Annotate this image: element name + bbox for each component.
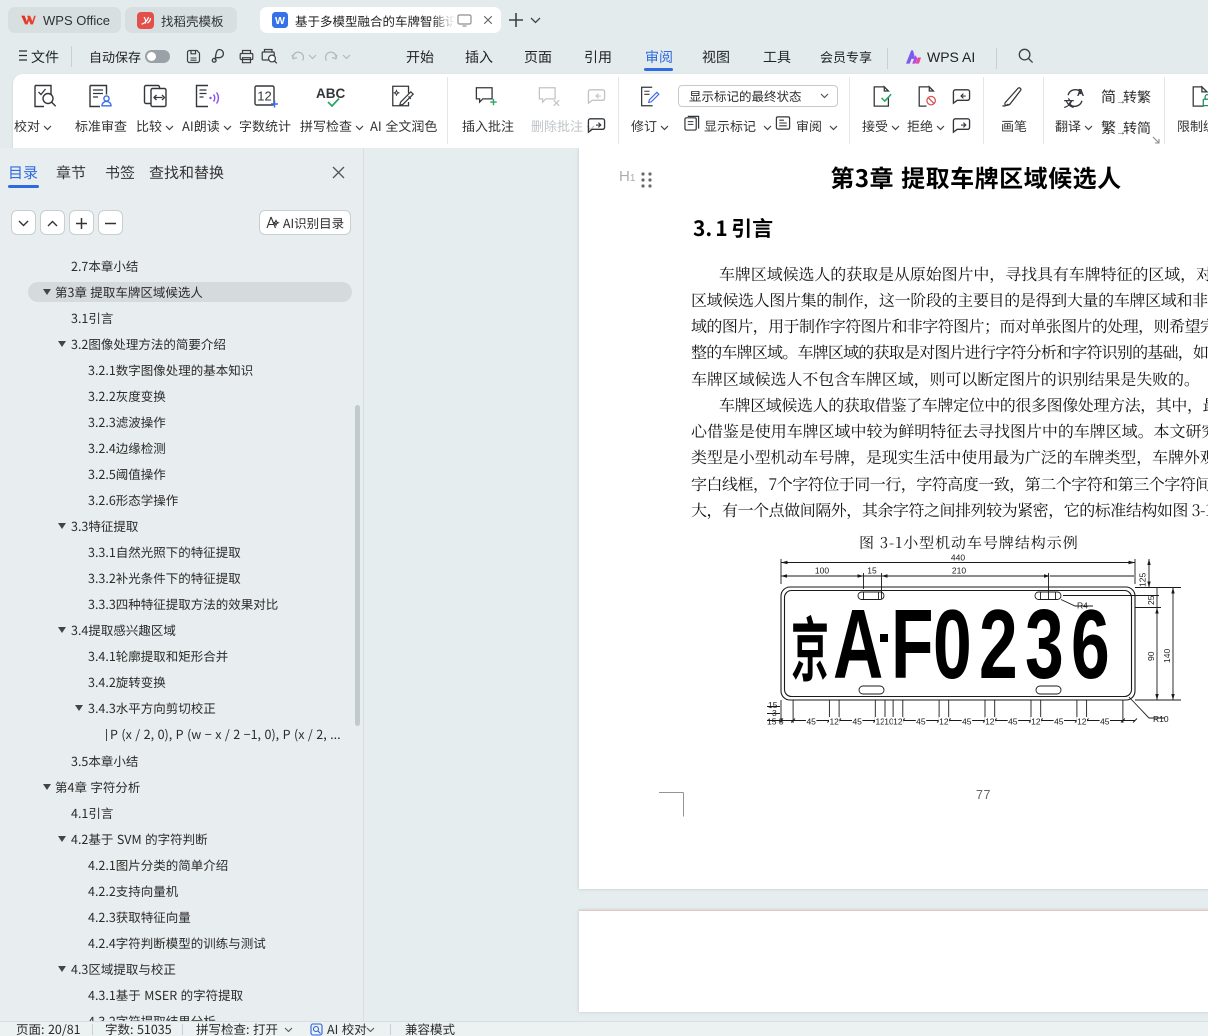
svg-text:15: 15 bbox=[867, 566, 877, 576]
svg-text:45: 45 bbox=[962, 717, 972, 727]
svg-text:12: 12 bbox=[1077, 717, 1087, 727]
svg-text:12: 12 bbox=[257, 89, 271, 104]
svg-text:125: 125 bbox=[1138, 573, 1148, 587]
svg-text:100: 100 bbox=[815, 566, 829, 576]
svg-text:文: 文 bbox=[1063, 95, 1075, 110]
svg-text:12: 12 bbox=[1031, 717, 1041, 727]
svg-text:F: F bbox=[891, 590, 933, 700]
svg-text:A: A bbox=[833, 590, 883, 700]
svg-text:45: 45 bbox=[1008, 717, 1018, 727]
svg-text:ABC: ABC bbox=[316, 86, 345, 101]
svg-text:3: 3 bbox=[1025, 590, 1064, 700]
svg-text:45: 45 bbox=[1054, 717, 1064, 727]
svg-text:12: 12 bbox=[829, 717, 839, 727]
svg-text:45: 45 bbox=[852, 717, 862, 727]
svg-text:440: 440 bbox=[951, 553, 965, 563]
svg-text:90: 90 bbox=[1146, 651, 1156, 661]
svg-text:210: 210 bbox=[952, 566, 966, 576]
svg-text:45: 45 bbox=[1100, 717, 1110, 727]
svg-text:R10: R10 bbox=[1153, 714, 1169, 724]
svg-text:45: 45 bbox=[916, 717, 926, 727]
svg-text:15 5: 15 5 bbox=[767, 717, 784, 727]
svg-text:0: 0 bbox=[933, 590, 972, 700]
svg-text:140: 140 bbox=[1162, 649, 1172, 663]
svg-text:12: 12 bbox=[893, 717, 903, 727]
svg-text:京: 京 bbox=[791, 595, 829, 696]
svg-text:12: 12 bbox=[939, 717, 949, 727]
svg-text:25: 25 bbox=[1146, 595, 1156, 605]
svg-text:2: 2 bbox=[979, 590, 1018, 700]
svg-text:R4: R4 bbox=[1077, 601, 1088, 611]
svg-text:12: 12 bbox=[985, 717, 995, 727]
svg-text:45: 45 bbox=[806, 717, 816, 727]
svg-text:W: W bbox=[275, 15, 285, 27]
svg-text:A: A bbox=[1077, 88, 1085, 99]
